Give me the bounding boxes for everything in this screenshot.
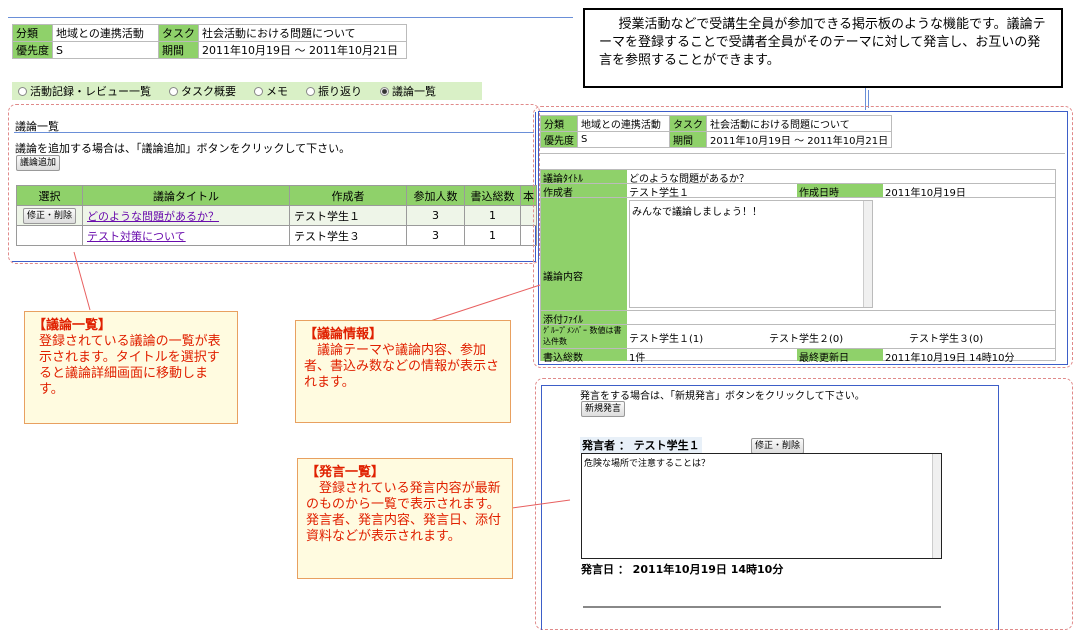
callout-list-title: 【議論一覧】: [33, 318, 112, 333]
callout-posts: 【発言一覧】 登録されている発言内容が最新のものから一覧で表示されます。発言者、…: [297, 458, 513, 579]
callout-info-body: 議論テーマや議論内容、参加者、書込み数などの情報が表示されます。: [304, 343, 500, 390]
callout-info: 【議論情報】 議論テーマや議論内容、参加者、書込み数などの情報が表示されます。: [295, 320, 511, 423]
callout-info-title: 【議論情報】: [304, 327, 383, 342]
list-connector-line: [73, 251, 91, 311]
info-connector-line: [417, 284, 541, 326]
posts-connector-line: [511, 499, 571, 509]
callout-list: 【議論一覧】 登録されている議論の一覧が表示されます。タイトルを選択すると議論詳…: [24, 311, 238, 424]
callout-posts-title: 【発言一覧】: [306, 465, 385, 480]
callout-list-body: 登録されている議論の一覧が表示されます。タイトルを選択すると議論詳細画面に移動し…: [39, 334, 221, 397]
callout-posts-body: 登録されている発言内容が最新のものから一覧で表示されます。発言者、発言内容、発言…: [306, 481, 502, 544]
